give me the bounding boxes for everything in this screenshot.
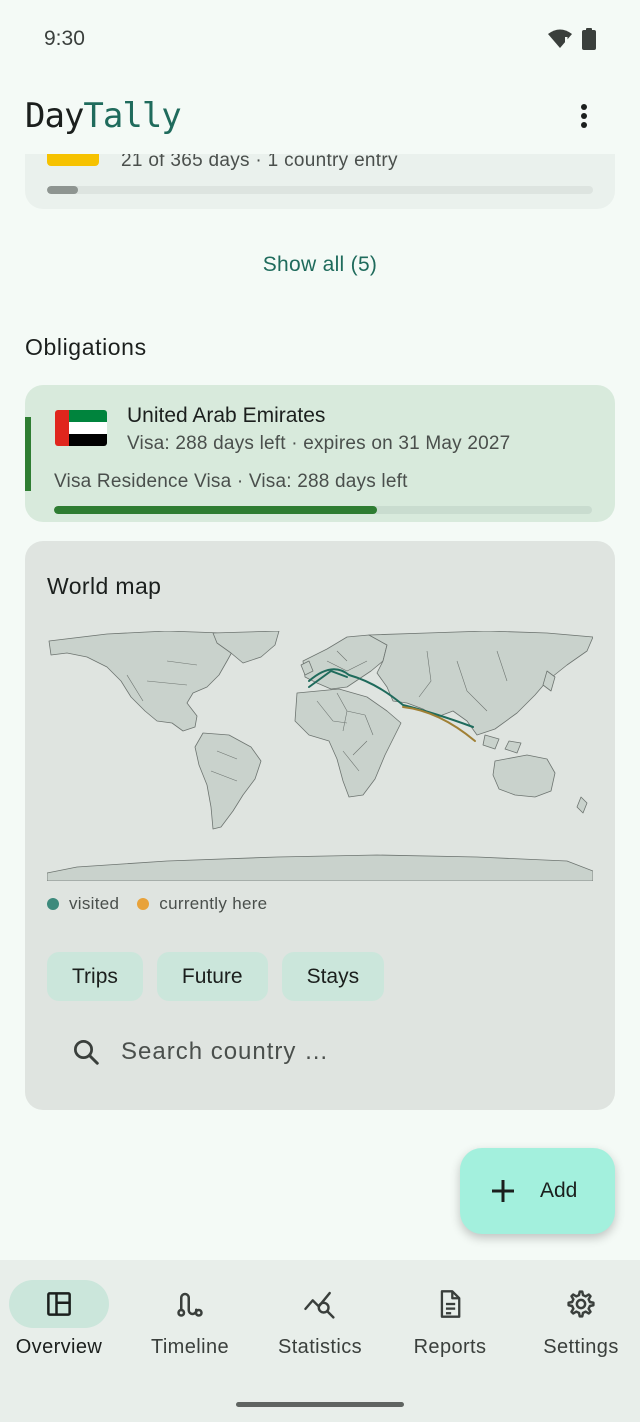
obligation-progress xyxy=(54,506,592,514)
wifi-icon xyxy=(548,29,572,48)
query-stats-icon xyxy=(304,1291,335,1319)
add-button-label: Add xyxy=(540,1179,578,1202)
dashboard-icon xyxy=(47,1292,71,1316)
obligation-country: United Arab Emirates xyxy=(127,404,326,427)
nav-overview-pill xyxy=(9,1280,109,1328)
world-map-title: World map xyxy=(47,573,162,599)
map-legend: visited currently here xyxy=(47,894,285,914)
status-bar: 9:30 xyxy=(0,0,640,78)
route-icon xyxy=(177,1292,203,1317)
overview-content[interactable]: 21 of 365 days · 1 country entry 21 Show… xyxy=(0,78,640,1260)
search-country-input[interactable] xyxy=(121,1038,541,1066)
battery-icon xyxy=(582,28,596,50)
show-all-button[interactable]: Show all (5) xyxy=(0,253,640,277)
world-map-card: World map visited currently here Trips F… xyxy=(25,541,615,1110)
chip-stays[interactable]: Stays xyxy=(281,952,385,1001)
europe-shape xyxy=(302,634,388,690)
legend-visited-dot xyxy=(47,898,59,910)
nav-overview-label: Overview xyxy=(15,1336,103,1358)
antarctica-shape xyxy=(47,854,593,881)
status-icons xyxy=(548,28,596,50)
nav-statistics-pill xyxy=(270,1280,370,1328)
country-search[interactable] xyxy=(47,1024,593,1080)
nav-statistics[interactable]: Statistics xyxy=(255,1280,385,1380)
country-card-progress-fill xyxy=(47,186,79,194)
legend-visited: visited xyxy=(47,894,119,914)
plus-icon xyxy=(492,1180,514,1202)
chip-trips[interactable]: Trips xyxy=(47,952,143,1001)
nav-reports[interactable]: Reports xyxy=(385,1280,515,1380)
south-america-shape xyxy=(194,732,262,830)
app-bar: DayTally xyxy=(0,78,640,154)
nav-settings[interactable]: Settings xyxy=(516,1280,640,1380)
home-indicator[interactable] xyxy=(236,1402,404,1407)
obligation-accent-bar xyxy=(25,417,31,491)
obligation-card[interactable]: United Arab Emirates Visa: 288 days left… xyxy=(25,385,615,522)
obligations-title: Obligations xyxy=(25,334,147,360)
app-title-part2: Tally xyxy=(83,96,181,136)
legend-current-dot xyxy=(137,898,150,910)
obligation-detail: Visa Residence Visa · Visa: 288 days lef… xyxy=(54,471,408,492)
nav-settings-label: Settings xyxy=(543,1336,619,1358)
obligation-progress-fill xyxy=(54,506,377,514)
africa-shape xyxy=(294,688,402,798)
more-vert-icon xyxy=(581,104,587,110)
nav-settings-pill xyxy=(531,1280,631,1328)
nav-timeline-pill xyxy=(140,1280,240,1328)
nav-statistics-label: Statistics xyxy=(277,1336,363,1358)
document-icon xyxy=(440,1290,461,1318)
chip-future[interactable]: Future xyxy=(156,952,268,1001)
gear-icon xyxy=(567,1290,595,1318)
bottom-navigation: Overview Timeline Statistics Reports Set… xyxy=(0,1260,640,1422)
australia-shape xyxy=(492,754,556,798)
nav-overview[interactable]: Overview xyxy=(0,1280,124,1380)
north-america-shape xyxy=(48,631,238,732)
map-filter-chips: Trips Future Stays xyxy=(47,952,385,1001)
obligation-subtitle: Visa: 288 days left · expires on 31 May … xyxy=(127,433,511,454)
nav-timeline-label: Timeline xyxy=(150,1336,230,1358)
uae-flag-icon xyxy=(55,410,107,446)
app-title-part1: Day xyxy=(25,96,84,136)
country-card-progress xyxy=(47,186,593,194)
app-title: DayTally xyxy=(25,96,182,136)
legend-current-label: currently here xyxy=(159,894,268,913)
search-icon xyxy=(74,1040,99,1065)
nav-reports-pill xyxy=(400,1280,500,1328)
legend-current: currently here xyxy=(137,894,267,914)
add-button[interactable]: Add xyxy=(460,1148,615,1234)
asia-shape xyxy=(368,631,593,736)
world-map[interactable] xyxy=(47,631,593,881)
more-options-button[interactable] xyxy=(572,100,596,132)
legend-visited-label: visited xyxy=(69,894,120,913)
nav-timeline[interactable]: Timeline xyxy=(125,1280,255,1380)
status-time: 9:30 xyxy=(44,27,85,50)
nav-reports-label: Reports xyxy=(413,1336,487,1358)
